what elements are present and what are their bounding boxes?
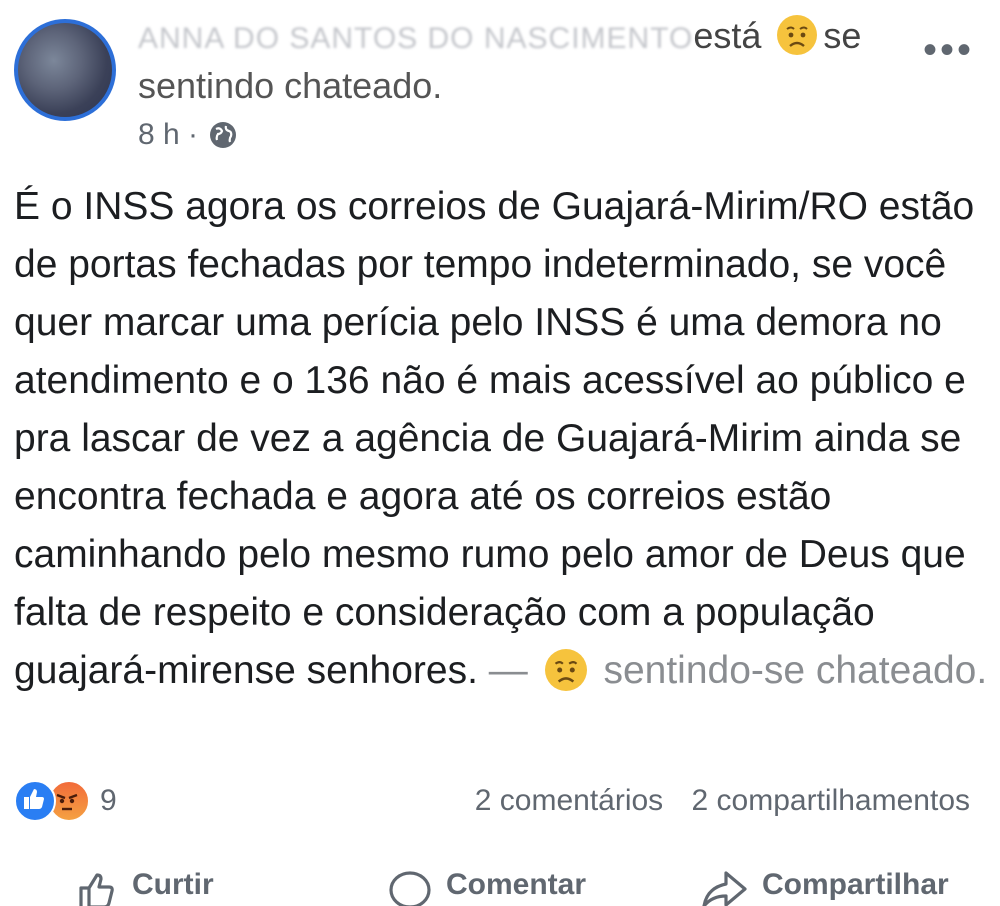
like-button[interactable]: Curtir	[76, 868, 214, 906]
share-arrow-icon	[702, 871, 747, 906]
thumbs-up-icon	[79, 873, 114, 906]
status-verb: está	[693, 15, 762, 56]
post-body: É o INSS agora os correios de Guajará-Mi…	[14, 178, 989, 700]
action-bar: Curtir Comentar Compartilhar	[0, 868, 1000, 906]
comment-button[interactable]: Comentar	[386, 868, 586, 906]
feeling-prefix: —	[488, 649, 528, 692]
sad-emoji-icon	[544, 649, 587, 691]
share-button[interactable]: Compartilhar	[700, 868, 949, 906]
comment-bubble-icon	[389, 871, 431, 906]
status-word: se	[823, 15, 862, 56]
reactions-summary[interactable]: 9	[14, 780, 117, 822]
feeling-text: sentindo-se chateado.	[603, 649, 988, 692]
sad-emoji-icon	[777, 15, 818, 55]
like-icon	[14, 780, 56, 822]
post-meta: 8 h ·	[138, 118, 238, 152]
avatar[interactable]	[14, 19, 116, 121]
shares-count[interactable]: 2 compartilhamentos	[692, 784, 970, 817]
post-stats: 2 comentários 2 compartilhamentos	[475, 784, 970, 818]
author-name[interactable]: ANNA DO SANTOS DO NASCIMENTO	[138, 22, 693, 55]
post-header: ANNA DO SANTOS DO NASCIMENTOestá se	[138, 12, 861, 63]
post-body-text: É o INSS agora os correios de Guajará-Mi…	[14, 185, 975, 692]
more-options-icon[interactable]: •••	[923, 28, 974, 73]
post-time[interactable]: 8 h ·	[138, 118, 198, 152]
comment-label: Comentar	[446, 868, 587, 901]
globe-icon	[210, 122, 237, 148]
status-line: sentindo chateado.	[138, 65, 443, 106]
like-label: Curtir	[132, 868, 214, 901]
reaction-count: 9	[100, 784, 117, 817]
share-label: Compartilhar	[762, 868, 949, 901]
comments-count[interactable]: 2 comentários	[475, 784, 663, 817]
